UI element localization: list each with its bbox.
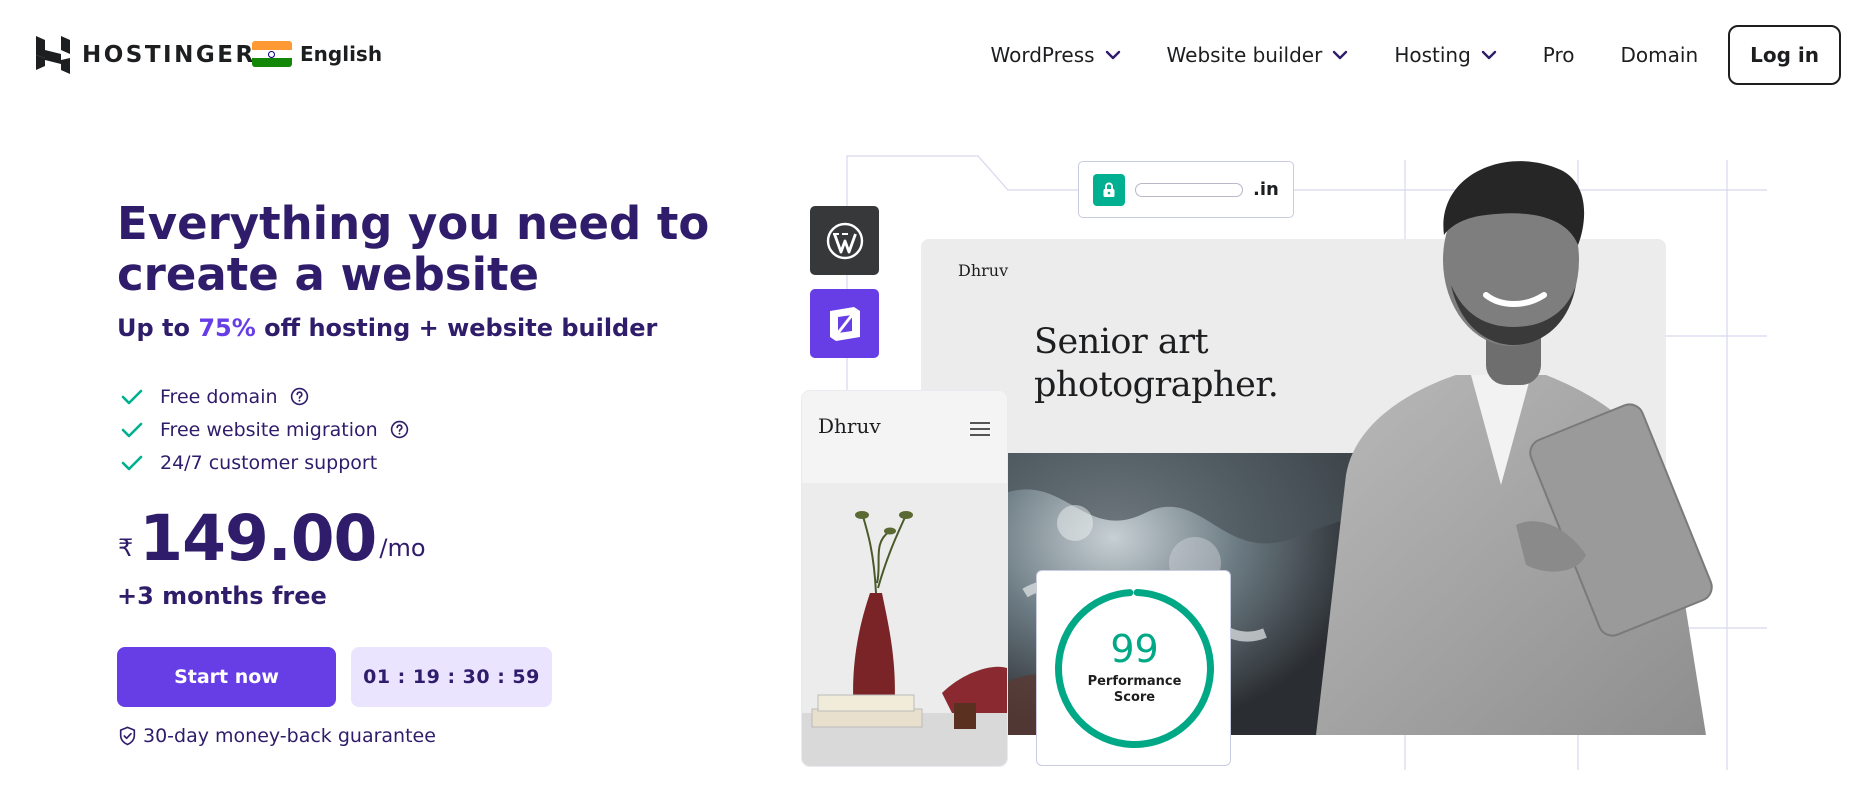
language-selector[interactable]: English	[252, 41, 382, 67]
chevron-down-icon	[1481, 50, 1496, 60]
feature-label: Free domain	[160, 385, 278, 408]
countdown-timer: 01 : 19 : 30 : 59	[351, 647, 552, 707]
brand-name: HOSTINGER	[82, 42, 256, 68]
subtitle-prefix: Up to	[117, 314, 199, 342]
help-circle-icon[interactable]	[390, 420, 409, 439]
nav-wordpress[interactable]: WordPress	[990, 43, 1120, 67]
performance-score-card: 99 Performance Score	[1036, 570, 1231, 766]
chevron-down-icon	[1105, 50, 1120, 60]
main-nav: WordPress Website builder Hosting Pro Do…	[944, 0, 1841, 110]
performance-label-line: Performance	[1087, 674, 1182, 689]
nav-domain[interactable]: Domain	[1621, 43, 1699, 67]
site-headline: Senior art photographer.	[1034, 321, 1279, 407]
hostinger-builder-badge	[810, 289, 879, 358]
hero-subtitle: Up to 75% off hosting + website builder	[117, 314, 657, 342]
wordpress-icon	[826, 222, 863, 259]
india-flag-icon	[252, 41, 292, 67]
check-icon	[121, 389, 143, 404]
nav-label: Hosting	[1394, 43, 1471, 67]
hostinger-logo[interactable]: HOSTINGER	[36, 36, 256, 74]
lock-icon	[1093, 173, 1125, 206]
nav-label: Domain	[1620, 43, 1699, 67]
wordpress-badge	[810, 206, 879, 275]
feature-list: Free domain Free website migration 24/7 …	[120, 380, 409, 479]
list-item: Free website migration	[120, 413, 409, 446]
nav-website-builder[interactable]: Website builder	[1167, 43, 1349, 67]
mobile-preview-card: Dhruv	[802, 391, 1007, 766]
nav-pro[interactable]: Pro	[1543, 43, 1575, 67]
language-label: English	[300, 42, 383, 66]
price-period: /mo	[379, 534, 426, 562]
list-item: 24/7 customer support	[120, 446, 409, 479]
start-now-button[interactable]: Start now	[117, 647, 336, 707]
hero-illustration: .in Dhruv Senior art photographer. Dhruv…	[800, 150, 1767, 780]
nav-label: WordPress	[990, 43, 1095, 67]
bonus-months: +3 months free	[117, 582, 327, 610]
performance-label-line: Score	[1113, 690, 1156, 705]
login-button[interactable]: Log in	[1728, 25, 1841, 85]
discount-highlight: 75%	[198, 314, 256, 342]
feature-label: 24/7 customer support	[160, 451, 378, 474]
website-builder-icon	[829, 306, 860, 341]
url-field	[1135, 182, 1243, 197]
check-icon	[121, 422, 143, 437]
price-block: ₹ 149.00 /mo	[118, 506, 426, 572]
check-icon	[121, 455, 143, 470]
nav-label: Website builder	[1166, 43, 1323, 67]
performance-score: 99	[1110, 627, 1159, 671]
menu-icon	[970, 422, 990, 436]
guarantee-label: 30-day money-back guarantee	[143, 725, 436, 747]
price-amount: 149.00	[139, 502, 377, 575]
help-circle-icon[interactable]	[290, 387, 309, 406]
shield-check-icon	[119, 726, 136, 746]
hero-title: Everything you need to create a website	[117, 197, 710, 301]
mobile-brand: Dhruv	[818, 414, 881, 438]
currency-symbol: ₹	[118, 534, 134, 562]
headline-line: Senior art	[1034, 322, 1209, 362]
money-back-guarantee: 30-day money-back guarantee	[118, 725, 436, 747]
hostinger-logo-icon	[36, 36, 70, 74]
person-holding-laptop-photo	[1316, 161, 1713, 735]
domain-tld: .in	[1253, 179, 1279, 200]
nav-hosting[interactable]: Hosting	[1394, 43, 1496, 67]
vase-still-life-photo	[802, 483, 1007, 766]
feature-label: Free website migration	[160, 418, 378, 441]
browser-url-bar: .in	[1078, 161, 1294, 218]
list-item: Free domain	[120, 380, 409, 413]
nav-label: Pro	[1542, 43, 1575, 67]
performance-label: Performance Score	[1037, 674, 1232, 706]
headline-line: photographer.	[1034, 365, 1279, 405]
mobile-header: Dhruv	[802, 391, 1007, 483]
site-brand: Dhruv	[958, 261, 1009, 280]
site-header: HOSTINGER English WordPress Website buil…	[0, 0, 1867, 110]
chevron-down-icon	[1333, 50, 1348, 60]
subtitle-suffix: off hosting + website builder	[255, 314, 658, 342]
